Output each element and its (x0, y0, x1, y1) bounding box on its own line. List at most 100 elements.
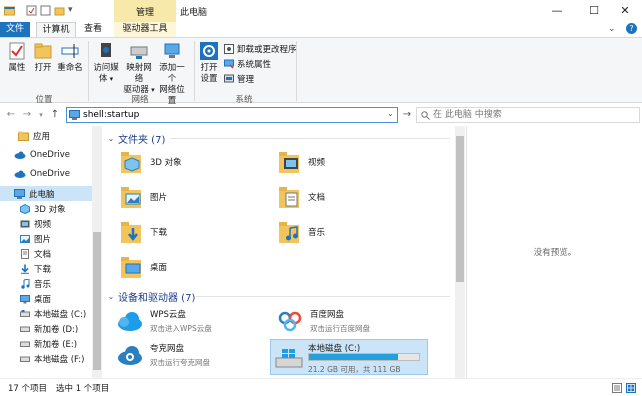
content-scrollbar[interactable] (455, 126, 465, 378)
nav-item-drive-f[interactable]: 本地磁盘 (F:) (0, 351, 92, 366)
folder-item-documents[interactable]: 文档 (278, 183, 325, 211)
address-bar[interactable]: ⌄ (66, 107, 398, 123)
content-scrollbar-thumb[interactable] (456, 136, 464, 282)
nav-item-videos[interactable]: 视频 (0, 216, 92, 231)
tab-view[interactable]: 查看 (78, 22, 108, 37)
device-item-wps-cloud[interactable]: WPS云盘 双击进入WPS云盘 (116, 308, 212, 334)
properties-button[interactable]: 属性 (4, 41, 30, 74)
properties-label: 属性 (8, 63, 26, 73)
system-properties-button[interactable]: 系统属性 (224, 58, 271, 70)
forward-arrow-icon[interactable]: → (20, 108, 34, 122)
desktop-folder-icon (121, 257, 141, 278)
open-settings-button[interactable]: 打开 设置 (197, 41, 221, 85)
minimize-button[interactable]: — (540, 0, 574, 22)
nav-item-label: 3D 对象 (34, 204, 66, 215)
nav-item-documents[interactable]: 文档 (0, 246, 92, 261)
back-arrow-icon[interactable]: ← (4, 108, 18, 122)
nav-scrollbar-thumb[interactable] (93, 232, 101, 370)
search-icon (421, 111, 430, 120)
device-item-quark-netdisk[interactable]: 夸克网盘 双击运行夸克网盘 (116, 342, 210, 368)
manage-button[interactable]: 管理 (224, 73, 254, 85)
go-arrow-icon[interactable]: → (400, 108, 414, 122)
cube-folder-icon (121, 152, 141, 173)
network-location-icon (164, 43, 180, 58)
close-button[interactable]: ✕ (608, 0, 642, 22)
folder-label: 图片 (150, 193, 168, 203)
folder-item-pictures[interactable]: 图片 (120, 183, 167, 211)
nav-item-apps[interactable]: 应用 (0, 128, 92, 143)
folder-label: 桌面 (150, 263, 168, 273)
quark-netdisk-icon (118, 346, 142, 365)
collapse-chevron-icon: ⌄ (107, 291, 115, 301)
nav-item-label: OneDrive (30, 149, 70, 160)
folder-quick-icon[interactable] (54, 5, 65, 16)
content-pane: ⌄ 文件夹 (7) 3D 对象 视频 图片 文档 下载 音乐 桌面 ⌄ 设备和驱… (104, 126, 454, 378)
tab-drive-tools[interactable]: 驱动器工具 (114, 22, 176, 37)
help-icon[interactable]: ? (626, 23, 637, 34)
nav-item-downloads[interactable]: 下载 (0, 261, 92, 276)
network-drive-icon (130, 46, 148, 59)
device-item-drive-c[interactable]: 本地磁盘 (C:) 21.2 GB 可用，共 111 GB (270, 339, 428, 375)
download-icon (21, 264, 29, 274)
folder-item-desktop[interactable]: 桌面 (120, 253, 167, 281)
folder-item-downloads[interactable]: 下载 (120, 218, 167, 246)
uninstall-program-label: 卸载或更改程序 (237, 45, 297, 55)
devices-group-header[interactable]: ⌄ 设备和驱动器 (7) (104, 289, 450, 304)
nav-item-drive-d[interactable]: 新加卷 (D:) (0, 321, 92, 336)
group-divider (196, 296, 450, 297)
nav-item-onedrive[interactable]: OneDrive (0, 147, 92, 162)
video-icon (20, 220, 30, 227)
address-dropdown-chevron-icon[interactable]: ⌄ (387, 109, 394, 118)
folder-item-3d-objects[interactable]: 3D 对象 (120, 148, 182, 176)
drive-icon (20, 356, 30, 362)
access-media-label: 访问媒体 (93, 63, 119, 84)
nav-scrollbar[interactable] (92, 126, 102, 378)
details-view-icon[interactable] (612, 383, 622, 393)
no-preview-text: 没有预览。 (533, 248, 577, 258)
search-input[interactable] (433, 109, 633, 121)
maximize-button[interactable]: ☐ (577, 0, 611, 22)
nav-item-drive-e[interactable]: 新加卷 (E:) (0, 336, 92, 351)
tab-file[interactable]: 文件 (0, 22, 30, 37)
folder-item-videos[interactable]: 视频 (278, 148, 325, 176)
group-separator (194, 41, 195, 101)
folders-header-label: 文件夹 (7) (118, 134, 166, 146)
folders-group-header[interactable]: ⌄ 文件夹 (7) (104, 131, 450, 146)
nav-item-desktop[interactable]: 桌面 (0, 291, 92, 306)
open-settings-label-2: 设置 (200, 74, 218, 84)
open-button[interactable]: 打开 (32, 41, 54, 74)
recent-locations-chevron-icon[interactable]: ▾ (34, 108, 48, 122)
new-folder-quick-icon[interactable] (40, 5, 51, 16)
music-folder-icon (279, 222, 299, 243)
search-box[interactable] (416, 107, 640, 123)
properties-quick-icon[interactable] (26, 5, 37, 16)
nav-item-this-pc[interactable]: 此电脑 (0, 186, 92, 201)
open-settings-label-1: 打开 (200, 63, 218, 73)
device-subtext: 双击运行夸克网盘 (150, 358, 210, 367)
up-arrow-icon[interactable]: ↑ (48, 108, 62, 122)
device-item-baidu-netdisk[interactable]: 百度网盘 双击运行百度网盘 (276, 308, 370, 334)
cloud-icon (14, 170, 26, 178)
media-icon (101, 43, 111, 57)
folder-icon (18, 131, 29, 141)
open-label: 打开 (34, 63, 52, 73)
nav-item-pictures[interactable]: 图片 (0, 231, 92, 246)
folder-item-music[interactable]: 音乐 (278, 218, 325, 246)
device-name: 百度网盘 (310, 310, 345, 320)
ribbon-collapse-chevron-icon[interactable]: ⌄ (608, 24, 616, 34)
explorer-icon (4, 6, 15, 16)
customize-qat-chevron-icon[interactable]: ▾ (68, 5, 73, 15)
nav-item-label: 本地磁盘 (F:) (34, 354, 85, 365)
tab-computer[interactable]: 计算机 (36, 22, 76, 37)
nav-item-3d-objects[interactable]: 3D 对象 (0, 201, 92, 216)
nav-item-drive-c[interactable]: 本地磁盘 (C:) (0, 306, 92, 321)
address-input[interactable] (83, 109, 383, 121)
uninstall-program-button[interactable]: 卸载或更改程序 (224, 43, 297, 55)
folder-label: 3D 对象 (150, 158, 182, 168)
nav-item-music[interactable]: 音乐 (0, 276, 92, 291)
large-icons-view-icon[interactable] (626, 383, 636, 393)
nav-item-onedrive-2[interactable]: OneDrive (0, 166, 92, 181)
map-network-drive-button[interactable]: 映射网络 驱动器 ▾ (123, 41, 155, 96)
access-media-button[interactable]: 访问媒体 ▾ (90, 41, 122, 85)
rename-button[interactable]: 重命名 (56, 41, 84, 74)
